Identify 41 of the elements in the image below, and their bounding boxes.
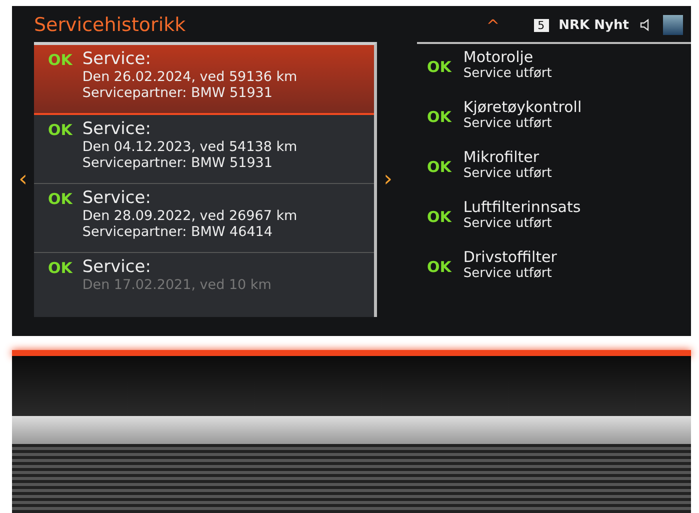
entry-title: Service: (82, 257, 152, 277)
status-label: OK (427, 107, 452, 128)
item-status: Service utført (463, 66, 552, 81)
item-status: Service utført (463, 216, 553, 231)
entry-title: Service: (82, 119, 152, 139)
status-label: OK (48, 120, 72, 141)
service-entry[interactable]: OK Service: Den 26.02.2024, ved 59136 km Servicepartner: BMW 51931 (34, 45, 374, 115)
status-label: OK (48, 189, 72, 210)
station-name: NRK Nyht (558, 18, 629, 32)
entry-title: Service: (82, 49, 152, 69)
album-art-placeholder (663, 15, 683, 35)
next-arrow[interactable]: › (377, 167, 399, 192)
item-name: Luftfilterinnsats (463, 198, 581, 216)
up-arrow[interactable]: ^ (486, 16, 500, 34)
previous-arrow[interactable]: ‹ (12, 167, 34, 192)
entry-date: Den 17.02.2021, ved 10 km (82, 277, 272, 293)
service-entry[interactable]: OK Service: Den 17.02.2021, ved 10 km (34, 253, 374, 317)
item-status: Service utført (463, 266, 553, 281)
entry-date: Den 04.12.2023, ved 54138 km (82, 139, 298, 155)
service-entry[interactable]: OK Service: Den 04.12.2023, ved 54138 km Servicepartner: BMW 51931 (34, 115, 374, 184)
item-name: Kjøretøykontroll (463, 98, 582, 116)
entry-date: Den 26.02.2024, ved 59136 km (82, 69, 298, 85)
status-label: OK (48, 258, 72, 279)
item-name: Mikrofilter (463, 148, 540, 166)
entry-date: Den 28.09.2022, ved 26967 km (82, 208, 298, 224)
status-label: OK (427, 257, 452, 278)
entry-partner: Servicepartner: BMW 46414 (82, 224, 274, 240)
status-label: OK (48, 50, 72, 71)
item-name: Motorolje (463, 48, 534, 66)
status-label: OK (427, 207, 452, 228)
status-label: OK (427, 57, 452, 78)
status-label: OK (427, 157, 452, 178)
entry-partner: Servicepartner: BMW 51931 (82, 155, 274, 171)
preset-number: 5 (534, 18, 549, 32)
page-title: Servicehistorikk (34, 14, 186, 36)
item-status: Service utført (463, 166, 552, 181)
item-name: Drivstoffilter (463, 248, 557, 266)
entry-partner: Servicepartner: BMW 51931 (82, 85, 274, 101)
item-status: Service utført (463, 116, 553, 131)
service-entry[interactable]: OK Service: Den 28.09.2022, ved 26967 km Servicepartner: BMW 46414 (34, 184, 374, 253)
entry-title: Service: (82, 188, 152, 208)
